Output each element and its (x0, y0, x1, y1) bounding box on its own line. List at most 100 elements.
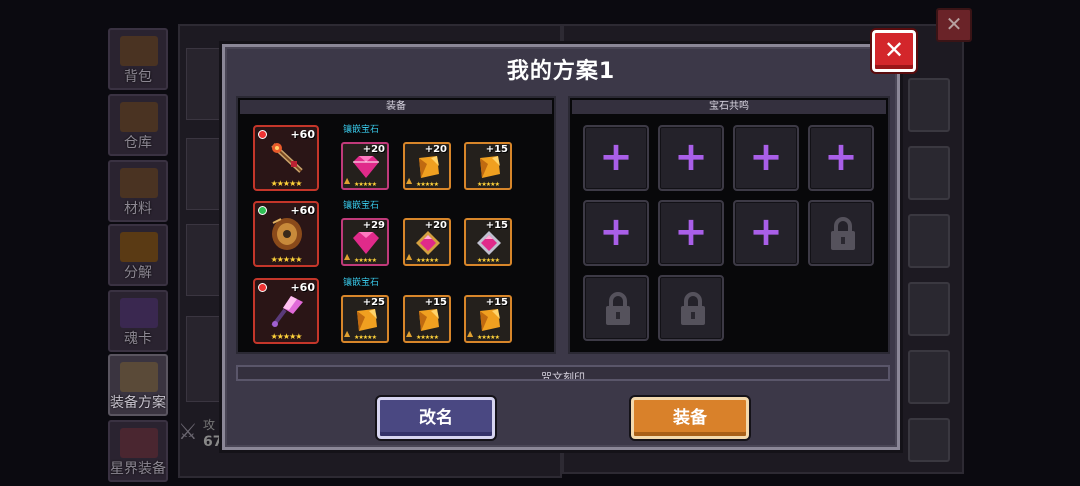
equipment-slot[interactable]: +60 ★★★★★ (253, 278, 319, 344)
gem-label: 镶嵌宝石 (343, 278, 380, 288)
list-item[interactable] (908, 146, 950, 200)
gem-label: 镶嵌宝石 (343, 125, 380, 135)
star-rating: ★★★★★ (477, 181, 500, 188)
padlock-icon (681, 292, 705, 325)
close-icon[interactable]: ✕ (872, 30, 916, 72)
sidebar-item-label: 背包 (124, 69, 152, 85)
materials-icon (120, 168, 158, 198)
gem-slot[interactable]: +25 ▲ ★★★★★ (341, 295, 389, 343)
element-tag-icon (258, 283, 267, 292)
gem-resonance-panel: 宝石共鸣 + + + + + + + (568, 96, 890, 354)
sidebar-item-label: 材料 (124, 201, 152, 217)
sidebar-item-label: 魂卡 (124, 331, 152, 347)
pink-gem-gold-icon (416, 231, 440, 255)
resonance-add-slot[interactable]: + (583, 125, 649, 191)
resonance-add-slot[interactable]: + (733, 200, 799, 266)
sidebar-item-label: 装备方案 (110, 395, 166, 411)
pink-gem-icon (353, 232, 379, 254)
gem-slot[interactable]: +15 ★★★★★ (464, 142, 512, 190)
add-icon: + (599, 209, 633, 255)
sidebar-item-backpack[interactable]: 背包 (108, 28, 168, 90)
gem-slot[interactable]: +20 ▲ ★★★★★ (403, 142, 451, 190)
list-item[interactable] (908, 214, 950, 268)
sidebar-item-warehouse[interactable]: 仓库 (108, 94, 168, 156)
decompose-icon (120, 232, 158, 262)
add-icon: + (824, 134, 858, 180)
star-rating: ★★★★★ (270, 332, 303, 341)
resonance-locked-slot (808, 200, 874, 266)
soul-card-icon (120, 298, 158, 328)
gem-slot[interactable]: +15 ▲ ★★★★★ (464, 295, 512, 343)
padlock-icon (831, 217, 855, 250)
equipment-header: 装备 (240, 100, 552, 114)
sidebar-item-equip-plan[interactable]: 装备方案 (108, 354, 168, 416)
rune-engraving-section[interactable]: 咒文刻印 (236, 365, 890, 381)
list-item[interactable] (186, 316, 226, 402)
attack-value: 67 (203, 434, 223, 450)
list-item[interactable] (908, 350, 950, 404)
orange-scroll-icon (419, 309, 439, 331)
equip-plan-icon (120, 362, 158, 392)
gem-slot[interactable]: +15 ▲ ★★★★★ (403, 295, 451, 343)
list-item[interactable] (186, 138, 226, 210)
orange-scroll-icon (480, 156, 500, 178)
attack-label: 攻 (203, 418, 216, 432)
sidebar-item-astral-gear[interactable]: 星界装备 (108, 420, 168, 482)
resonance-locked-slot (658, 275, 724, 341)
rename-button[interactable]: 改名 (377, 397, 495, 439)
pink-gem-silver-icon (477, 231, 501, 255)
gem-slot[interactable]: +15 ★★★★★ (464, 218, 512, 266)
star-rating: ★★★★★ (270, 179, 303, 188)
star-rating: ★★★★★ (270, 255, 303, 264)
chest-icon (120, 102, 158, 132)
resonance-header: 宝石共鸣 (572, 100, 886, 114)
star-rating: ★★★★★ (416, 181, 439, 188)
crystal-wand-icon (271, 296, 303, 328)
sidebar-item-soul-card[interactable]: 魂卡 (108, 290, 168, 352)
fire-staff-icon (271, 143, 303, 173)
orange-scroll-icon (357, 309, 377, 331)
padlock-icon (606, 292, 630, 325)
star-rating: ★★★★★ (354, 181, 377, 188)
star-rating: ★★★★★ (477, 257, 500, 264)
star-rating: ★★★★★ (354, 257, 377, 264)
resonance-add-slot[interactable]: + (733, 125, 799, 191)
resonance-add-slot[interactable]: + (658, 125, 724, 191)
star-rating: ★★★★★ (354, 334, 377, 341)
add-icon: + (674, 134, 708, 180)
add-icon: + (749, 134, 783, 180)
resonance-add-slot[interactable]: + (658, 200, 724, 266)
list-item[interactable] (186, 48, 226, 120)
equipment-slot[interactable]: +60 ★★★★★ (253, 125, 319, 191)
sidebar-item-decompose[interactable]: 分解 (108, 224, 168, 286)
inventory-sidebar: 背包 仓库 材料 分解 魂卡 装备方案 星界装备 (108, 24, 174, 486)
gem-slot[interactable]: +20 ▲ ★★★★★ (403, 218, 451, 266)
equip-button[interactable]: 装备 (631, 397, 749, 439)
backpack-icon (120, 36, 158, 66)
resonance-locked-slot (583, 275, 649, 341)
orange-scroll-icon (480, 309, 500, 331)
astral-gear-icon (120, 428, 158, 458)
gem-slot[interactable]: +29 ▲ ★★★★★ (341, 218, 389, 266)
list-item[interactable] (908, 418, 950, 462)
star-rating: ★★★★★ (416, 257, 439, 264)
sidebar-item-label: 星界装备 (110, 461, 166, 477)
equipment-panel: 装备 +60 ★★★★★ 镶嵌宝石 +20 ▲ ★★★★★ +20 ▲ ★★★★… (236, 96, 556, 354)
element-tag-icon (258, 130, 267, 139)
pink-gem-icon (353, 156, 379, 178)
list-item[interactable] (908, 78, 950, 132)
sword-icon: ⚔ (178, 420, 198, 445)
list-item[interactable] (908, 282, 950, 336)
add-icon: + (599, 134, 633, 180)
gem-label: 镶嵌宝石 (343, 201, 380, 211)
background-close-icon[interactable]: ✕ (936, 8, 972, 42)
star-rating: ★★★★★ (477, 334, 500, 341)
rune-header: 咒文刻印 (541, 371, 585, 381)
resonance-add-slot[interactable]: + (583, 200, 649, 266)
sidebar-item-materials[interactable]: 材料 (108, 160, 168, 222)
gem-slot[interactable]: +20 ▲ ★★★★★ (341, 142, 389, 190)
list-item[interactable] (186, 224, 226, 296)
equipment-slot[interactable]: +60 ★★★★★ (253, 201, 319, 267)
add-icon: + (749, 209, 783, 255)
resonance-add-slot[interactable]: + (808, 125, 874, 191)
